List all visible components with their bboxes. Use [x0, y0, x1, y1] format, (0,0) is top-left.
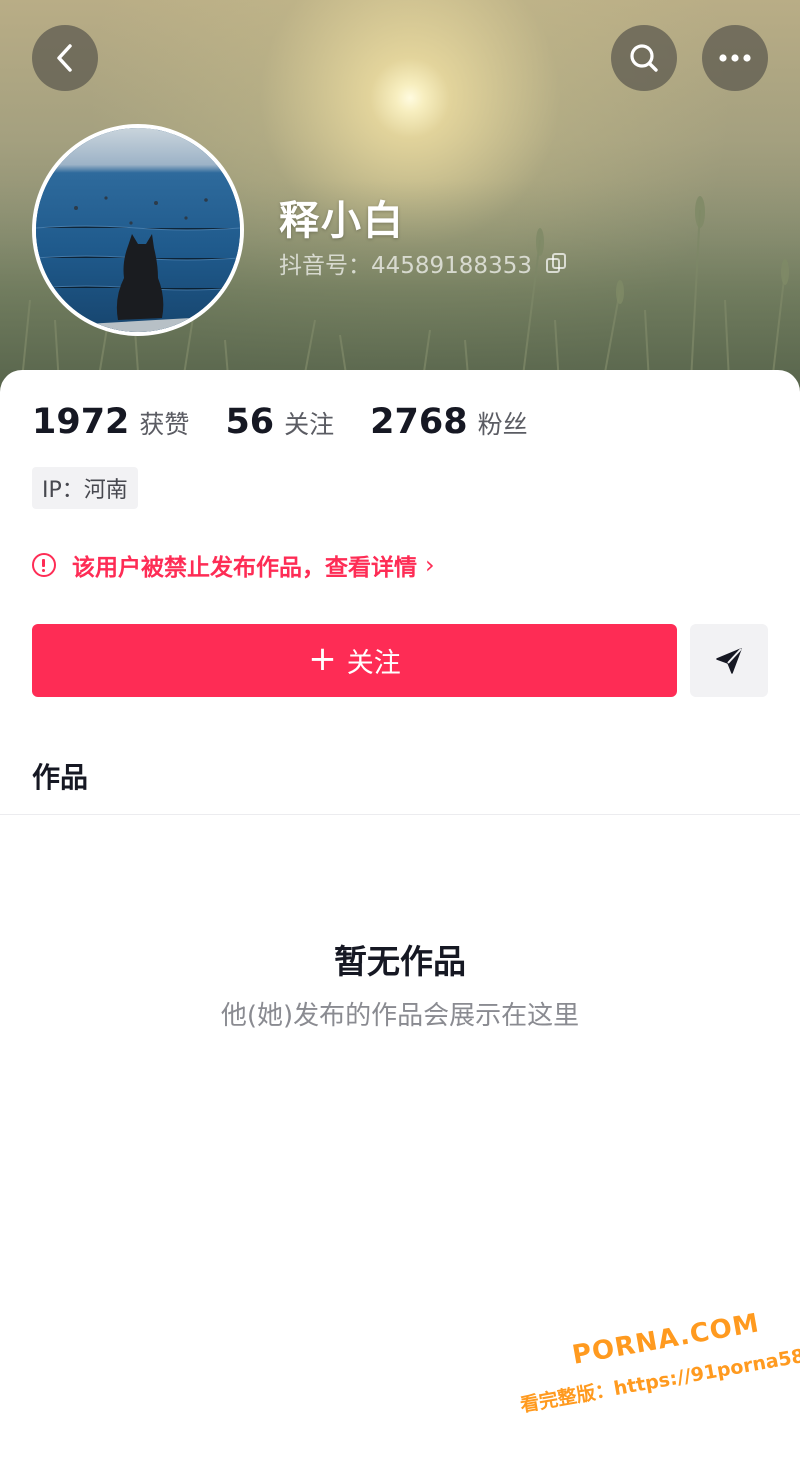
empty-state-title: 暂无作品	[334, 942, 466, 981]
follow-button[interactable]: + 关注	[32, 624, 677, 697]
stat-following-label: 关注	[284, 410, 335, 439]
ip-location-tag: IP：河南	[32, 467, 138, 509]
douyin-id: 抖音号：44589188353	[279, 253, 532, 279]
stat-followers-label: 粉丝	[477, 410, 528, 439]
stat-followers[interactable]: 2768 粉丝	[370, 402, 527, 442]
ban-notice[interactable]: 该用户被禁止发布作品，查看详情 ›	[32, 548, 435, 582]
stat-following[interactable]: 56 关注	[225, 402, 334, 442]
warning-icon	[32, 553, 56, 577]
more-options-button[interactable]	[702, 25, 768, 91]
copy-icon[interactable]	[545, 253, 566, 273]
back-arrow-icon	[57, 44, 72, 72]
more-dots-icon	[719, 54, 751, 62]
plus-icon: +	[308, 639, 337, 679]
douyin-id-row[interactable]: 抖音号：44589188353	[279, 246, 566, 280]
stat-likes-value: 1972	[32, 402, 130, 442]
back-button[interactable]	[32, 25, 98, 91]
profile-stats: 1972 获赞 56 关注 2768 粉丝	[32, 402, 564, 442]
nickname: 释小白	[279, 198, 405, 244]
search-icon	[630, 44, 658, 72]
stat-following-value: 56	[225, 402, 275, 442]
profile-card	[0, 370, 800, 1473]
stat-likes[interactable]: 1972 获赞	[32, 402, 189, 442]
stat-likes-label: 获赞	[139, 410, 190, 439]
avatar[interactable]	[32, 124, 244, 336]
chevron-right-icon: ›	[425, 551, 435, 579]
send-message-button[interactable]	[690, 624, 768, 697]
follow-button-label: 关注	[346, 648, 401, 679]
avatar-image	[36, 128, 240, 332]
stat-followers-value: 2768	[370, 402, 468, 442]
ban-notice-text: 该用户被禁止发布作品，查看详情	[72, 555, 417, 581]
tab-works[interactable]: 作品	[32, 756, 88, 796]
send-arrow-icon	[716, 647, 742, 674]
tab-divider	[0, 814, 800, 815]
empty-state-subtitle: 他(她)发布的作品会展示在这里	[220, 1001, 580, 1031]
search-button[interactable]	[611, 25, 677, 91]
